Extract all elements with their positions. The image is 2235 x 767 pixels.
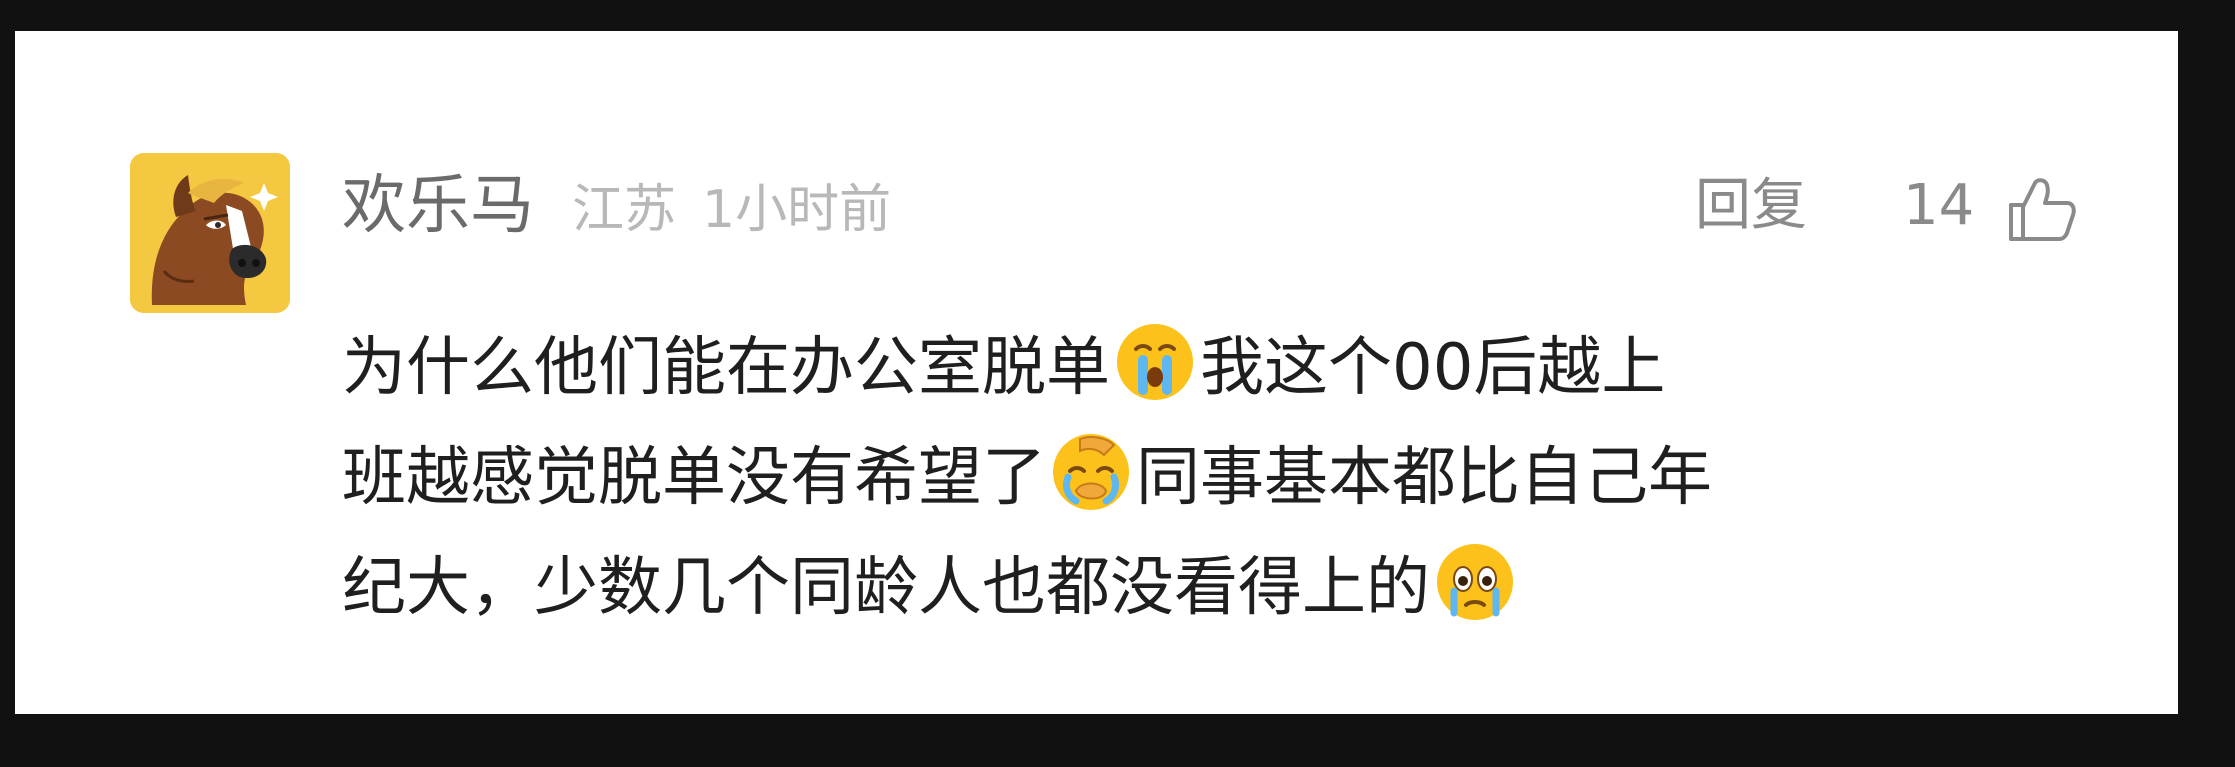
comment-card: 欢乐马 江苏 1小时前 回复 14 为什么他们能在办公室脱单 我这个00后越上 班… — [15, 31, 2178, 714]
reply-button[interactable]: 回复 — [1695, 161, 1807, 251]
like-button[interactable] — [2005, 175, 2077, 243]
thumbs-up-icon — [2009, 178, 2076, 241]
comment-text: 为什么他们能在办公室脱单 我这个00后越上 班越感觉脱单没有希望了 同事基本都比自己… — [342, 313, 2102, 643]
facepalm-crying-emoji-icon — [1050, 431, 1132, 513]
comment-meta: 欢乐马 江苏 1小时前 — [342, 161, 891, 251]
crying-emoji-icon — [1114, 321, 1196, 403]
username[interactable]: 欢乐马 — [342, 161, 534, 251]
comment-time: 1小时前 — [702, 180, 892, 240]
comment-line-2: 班越感觉脱单没有希望了 同事基本都比自己年 — [342, 423, 2102, 533]
comment-text-segment: 班越感觉脱单没有希望了 — [342, 441, 1046, 515]
comment-text-segment: 为什么他们能在办公室脱单 — [342, 331, 1110, 405]
comment-line-1: 为什么他们能在办公室脱单 我这个00后越上 — [342, 313, 2102, 423]
horse-avatar-icon — [130, 153, 290, 313]
comment-text-segment: 我这个00后越上 — [1200, 331, 1666, 405]
comment-text-segment: 同事基本都比自己年 — [1136, 441, 1712, 515]
user-location: 江苏 — [572, 180, 677, 240]
teary-eyed-emoji-icon — [1434, 541, 1516, 623]
comment-line-3: 纪大，少数几个同龄人也都没看得上的 — [342, 533, 2102, 643]
like-count: 14 — [1903, 173, 1975, 238]
user-avatar[interactable] — [130, 153, 290, 313]
comment-text-segment: 纪大，少数几个同龄人也都没看得上的 — [342, 551, 1430, 625]
